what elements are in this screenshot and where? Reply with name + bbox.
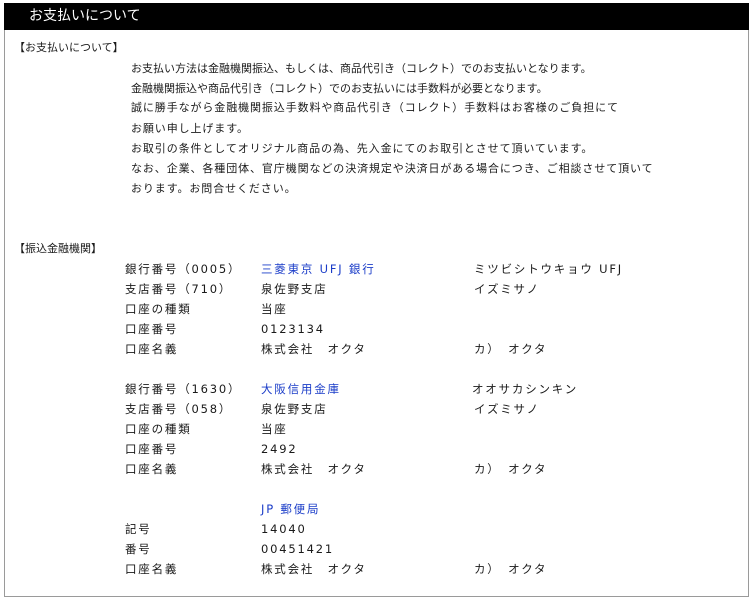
payment-line-3: 誠に勝手ながら金融機関振込手数料や商品代引き（コレクト）手数料はお客様のご負担に… [131,101,619,114]
banks-heading: 【振込金融機関】 [14,242,102,255]
jp-number-value: 00451421 [261,542,334,556]
osaka-holder-value: 株式会社 オクタ [261,462,367,476]
mufg-number-value: 0123134 [261,322,325,336]
mufg-branch-kana: イズミサノ [474,282,540,296]
jp-bank-name-link[interactable]: JP 郵便局 [261,502,320,516]
payment-heading: 【お支払いについて】 [14,41,124,54]
osaka-branch-name: 泉佐野支店 [261,402,328,416]
payment-line-6: なお、企業、各種団体、官庁機関などの決済規定や決済日がある場合につき、ご相談させ… [131,162,654,175]
osaka-bank-label: 銀行番号（1630） [125,382,242,396]
osaka-bank-kana: オオサカシンキン [472,382,579,396]
osaka-bank-name-link[interactable]: 大阪信用金庫 [261,382,341,396]
jp-holder-kana: カ） オクタ [474,562,548,576]
osaka-branch-kana: イズミサノ [474,402,540,416]
osaka-branch-label: 支店番号（058） [125,402,233,416]
payment-line-4: お願い申し上げます。 [131,122,249,135]
page-title: お支払いについて [4,3,749,30]
osaka-type-label: 口座の種類 [125,422,192,436]
osaka-number-value: 2492 [261,442,298,456]
payment-line-1: お支払い方法は金融機関振込、もしくは、商品代引き（コレクト）でのお支払いとなりま… [131,62,592,75]
jp-symbol-label: 記号 [125,522,152,536]
osaka-number-label: 口座番号 [125,442,179,456]
jp-symbol-value: 14040 [261,522,307,536]
mufg-bank-label: 銀行番号（0005） [125,262,242,276]
mufg-branch-name: 泉佐野支店 [261,282,328,296]
mufg-holder-kana: カ） オクタ [474,342,548,356]
payment-line-5: お取引の条件としてオリジナル商品の為、先入金にてのお取引とさせて頂いています。 [131,142,594,155]
mufg-type-label: 口座の種類 [125,302,192,316]
jp-number-label: 番号 [125,542,152,556]
payment-line-2: 金融機関振込や商品代引き（コレクト）でのお支払いには手数料が必要となります。 [131,82,548,95]
mufg-holder-label: 口座名義 [125,342,179,356]
osaka-holder-label: 口座名義 [125,462,179,476]
mufg-bank-name-link[interactable]: 三菱東京 UFJ 銀行 [261,262,376,276]
mufg-bank-kana: ミツビシトウキョウ UFJ [474,262,623,276]
mufg-type-value: 当座 [261,302,288,316]
jp-holder-label: 口座名義 [125,562,179,576]
mufg-holder-value: 株式会社 オクタ [261,342,367,356]
mufg-number-label: 口座番号 [125,322,179,336]
osaka-holder-kana: カ） オクタ [474,462,548,476]
jp-holder-value: 株式会社 オクタ [261,562,367,576]
osaka-type-value: 当座 [261,422,288,436]
mufg-branch-label: 支店番号（710） [125,282,233,296]
payment-line-7: おります。お問合せください。 [131,182,297,195]
